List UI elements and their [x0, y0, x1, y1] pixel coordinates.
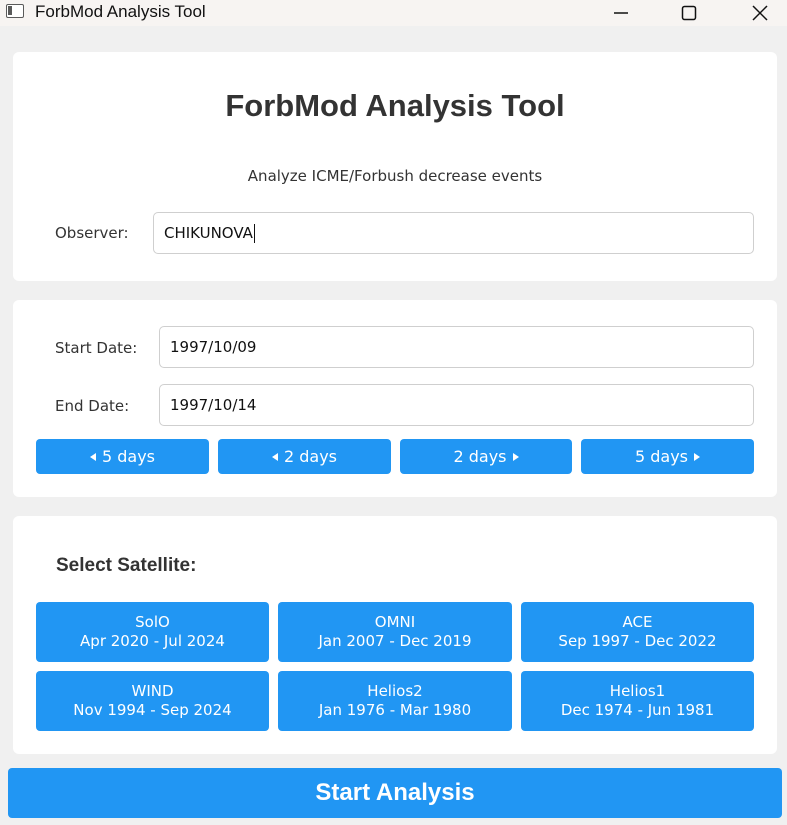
window-title: ForbMod Analysis Tool [35, 2, 206, 21]
start-date-label: Start Date: [55, 339, 138, 357]
maximize-icon [681, 5, 697, 21]
start-analysis-label: Start Analysis [315, 779, 475, 806]
satellite-name: Helios2 [367, 682, 423, 700]
back-2-days-label: 2 days [283, 447, 338, 466]
forward-5-days-button[interactable]: 5 days [581, 439, 754, 474]
arrow-right-icon [512, 452, 519, 461]
forward-5-days-label: 5 days [634, 447, 689, 466]
window-titlebar: ForbMod Analysis Tool [0, 0, 787, 26]
end-date-value: 1997/10/14 [170, 396, 257, 414]
page-title: ForbMod Analysis Tool [225, 88, 565, 123]
satellite-button-helios2[interactable]: Helios2 Jan 1976 - Mar 1980 [278, 671, 512, 731]
satellite-range: Jan 2007 - Dec 2019 [318, 632, 472, 650]
forward-2-days-button[interactable]: 2 days [400, 439, 572, 474]
start-date-value: 1997/10/09 [170, 338, 257, 356]
satellite-range: Dec 1974 - Jun 1981 [560, 701, 715, 719]
end-date-label: End Date: [55, 397, 130, 415]
back-5-days-label: 5 days [101, 447, 156, 466]
satellite-range: Jan 1976 - Mar 1980 [318, 701, 472, 719]
satellite-button-wind[interactable]: WIND Nov 1994 - Sep 2024 [36, 671, 269, 731]
forward-2-days-label: 2 days [453, 447, 507, 466]
satellite-button-solo[interactable]: SolO Apr 2020 - Jul 2024 [36, 602, 269, 662]
date-range-card: Start Date: 1997/10/09 End Date: 1997/10… [13, 300, 777, 497]
arrow-left-icon [271, 452, 278, 461]
satellite-name: WIND [131, 682, 174, 700]
back-2-days-button[interactable]: 2 days [218, 439, 391, 474]
app-icon [6, 4, 24, 18]
satellite-name: OMNI [374, 613, 416, 631]
satellite-name: ACE [622, 613, 653, 631]
satellite-section-title: Select Satellite: [56, 555, 197, 576]
satellite-card: Select Satellite: SolO Apr 2020 - Jul 20… [13, 516, 777, 754]
satellite-button-ace[interactable]: ACE Sep 1997 - Dec 2022 [521, 602, 754, 662]
text-cursor [253, 223, 255, 243]
header-card: ForbMod Analysis Tool Analyze ICME/Forbu… [13, 52, 777, 281]
satellite-range: Apr 2020 - Jul 2024 [80, 632, 225, 650]
close-button[interactable] [737, 0, 783, 26]
start-date-input[interactable]: 1997/10/09 [159, 326, 754, 368]
arrow-left-icon [89, 452, 96, 461]
arrow-right-icon [694, 452, 701, 461]
end-date-input[interactable]: 1997/10/14 [159, 384, 754, 426]
observer-label: Observer: [55, 224, 129, 242]
start-analysis-button[interactable]: Start Analysis [8, 768, 782, 818]
observer-input[interactable]: CHIKUNOVA [153, 212, 754, 254]
satellite-name: SolO [135, 613, 170, 631]
close-icon [752, 5, 768, 21]
satellite-name: Helios1 [609, 682, 666, 700]
page-subtitle: Analyze ICME/Forbush decrease events [247, 167, 543, 185]
minimize-button[interactable] [598, 0, 644, 26]
satellite-range: Sep 1997 - Dec 2022 [558, 632, 717, 650]
back-5-days-button[interactable]: 5 days [36, 439, 209, 474]
observer-value: CHIKUNOVA [164, 224, 253, 242]
satellite-range: Nov 1994 - Sep 2024 [73, 701, 232, 719]
maximize-button[interactable] [666, 0, 712, 26]
minimize-icon [614, 12, 628, 14]
satellite-button-helios1[interactable]: Helios1 Dec 1974 - Jun 1981 [521, 671, 754, 731]
satellite-button-omni[interactable]: OMNI Jan 2007 - Dec 2019 [278, 602, 512, 662]
